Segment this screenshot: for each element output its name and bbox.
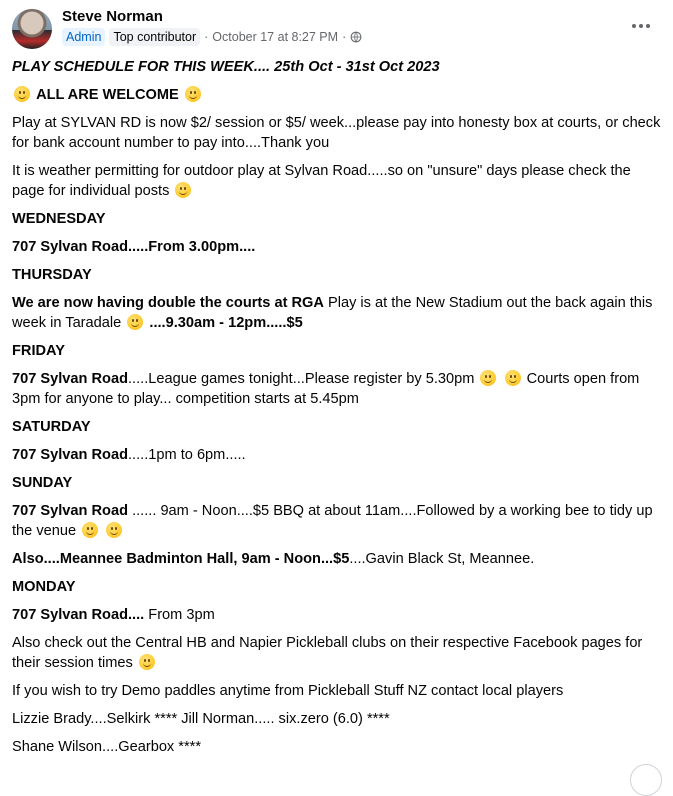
day-heading-saturday: SATURDAY xyxy=(12,419,91,435)
avatar[interactable] xyxy=(12,9,52,49)
weather-line: It is weather permitting for outdoor pla… xyxy=(12,161,662,201)
post-body: PLAY SCHEDULE FOR THIS WEEK.... 25th Oct… xyxy=(12,57,662,765)
players-line-1: Lizzie Brady....Selkirk **** Jill Norman… xyxy=(12,711,390,727)
fees-text: Play at SYLVAN RD is now $2/ session or … xyxy=(12,115,661,151)
wednesday-line: 707 Sylvan Road.....From 3.00pm.... xyxy=(12,237,662,257)
more-options-button[interactable] xyxy=(627,12,655,40)
smile-emoji-icon xyxy=(127,314,144,330)
day-heading-wednesday: WEDNESDAY xyxy=(12,211,106,227)
smile-emoji-icon xyxy=(480,370,497,386)
wednesday-text: 707 Sylvan Road.....From 3.00pm.... xyxy=(12,239,256,255)
day-heading-monday: MONDAY xyxy=(12,579,76,595)
weather-text: It is weather permitting for outdoor pla… xyxy=(12,163,631,199)
partial-circle-button[interactable] xyxy=(630,764,662,796)
globe-icon xyxy=(350,31,362,43)
friday-line: 707 Sylvan Road.....League games tonight… xyxy=(12,369,662,409)
welcome-text: ALL ARE WELCOME xyxy=(36,87,179,103)
monday-text: From 3pm xyxy=(144,607,215,623)
smile-emoji-icon xyxy=(14,86,30,102)
friday-bold: 707 Sylvan Road xyxy=(12,371,128,387)
post-title: PLAY SCHEDULE FOR THIS WEEK.... 25th Oct… xyxy=(12,59,440,75)
clubs-text: Also check out the Central HB and Napier… xyxy=(12,635,643,671)
smile-emoji-icon xyxy=(82,522,99,538)
top-contributor-badge: Top contributor xyxy=(109,28,201,46)
smile-emoji-icon xyxy=(106,522,123,538)
sunday2-text: ....Gavin Black St, Meannee. xyxy=(349,551,535,567)
separator-dot-2: · xyxy=(342,30,347,44)
saturday-line: 707 Sylvan Road.....1pm to 6pm..... xyxy=(12,445,662,465)
separator-dot: · xyxy=(204,30,209,44)
players-line-2: Shane Wilson....Gearbox **** xyxy=(12,739,202,755)
monday-line: 707 Sylvan Road.... From 3pm xyxy=(12,605,662,625)
timestamp[interactable]: October 17 at 8:27 PM xyxy=(212,30,338,44)
welcome-line: ALL ARE WELCOME xyxy=(12,85,662,105)
more-horizontal-icon xyxy=(632,24,637,28)
day-heading-friday: FRIDAY xyxy=(12,343,65,359)
smile-emoji-icon xyxy=(175,182,192,198)
saturday-text: .....1pm to 6pm..... xyxy=(128,447,246,463)
sunday-line: 707 Sylvan Road ...... 9am - Noon....$5 … xyxy=(12,501,662,541)
clubs-line: Also check out the Central HB and Napier… xyxy=(12,633,662,673)
sunday-bold: 707 Sylvan Road xyxy=(12,503,128,519)
author-name[interactable]: Steve Norman xyxy=(62,8,163,25)
monday-bold: 707 Sylvan Road.... xyxy=(12,607,145,623)
sunday-line-2: Also....Meannee Badminton Hall, 9am - No… xyxy=(12,549,662,569)
thursday-line: We are now having double the courts at R… xyxy=(12,293,662,333)
smile-emoji-icon xyxy=(504,370,521,386)
admin-badge: Admin xyxy=(62,28,106,46)
day-heading-sunday: SUNDAY xyxy=(12,475,73,491)
friday-text: .....League games tonight...Please regis… xyxy=(128,371,475,387)
thursday-time: ....9.30am - 12pm.....$5 xyxy=(149,315,303,331)
thursday-bold: We are now having double the courts at R… xyxy=(12,295,324,311)
smile-emoji-icon xyxy=(184,86,201,102)
saturday-bold: 707 Sylvan Road xyxy=(12,447,128,463)
sunday2-bold: Also....Meannee Badminton Hall, 9am - No… xyxy=(12,551,350,567)
smile-emoji-icon xyxy=(138,654,155,670)
post-meta: Admin Top contributor · October 17 at 8:… xyxy=(62,28,362,46)
demo-text: If you wish to try Demo paddles anytime … xyxy=(12,683,564,699)
day-heading-thursday: THURSDAY xyxy=(12,267,92,283)
